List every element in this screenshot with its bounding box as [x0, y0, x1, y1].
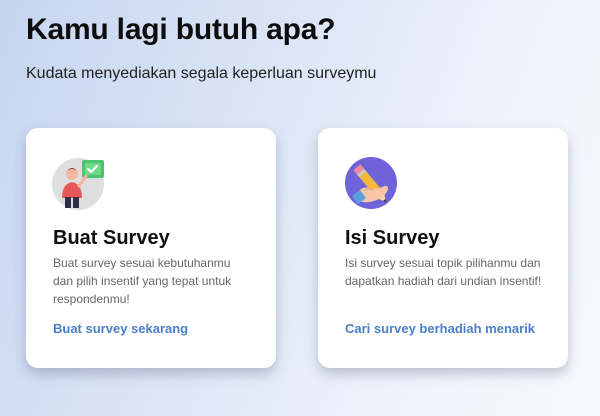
- fill-survey-card[interactable]: Isi Survey Isi survey sesuai topik pilih…: [318, 128, 568, 368]
- create-survey-link[interactable]: Buat survey sekarang: [53, 321, 188, 337]
- person-checklist-icon: [52, 156, 108, 212]
- create-survey-card[interactable]: Buat Survey Buat survey sesuai kebutuhan…: [26, 128, 276, 368]
- page: Kamu lagi butuh apa? Kudata menyediakan …: [0, 0, 600, 416]
- card-title: Isi Survey: [345, 227, 440, 249]
- page-title: Kamu lagi butuh apa?: [26, 13, 336, 46]
- hand-pencil-icon: [344, 156, 400, 212]
- card-description: Buat survey sesuai kebutuhanmu dan pilih…: [53, 256, 232, 306]
- find-survey-link[interactable]: Cari survey berhadiah menarik: [345, 321, 535, 337]
- card-title: Buat Survey: [53, 227, 170, 249]
- page-subtitle: Kudata menyediakan segala keperluan surv…: [26, 65, 377, 82]
- card-description: Isi survey sesuai topik pilihanmu dan da…: [345, 256, 542, 288]
